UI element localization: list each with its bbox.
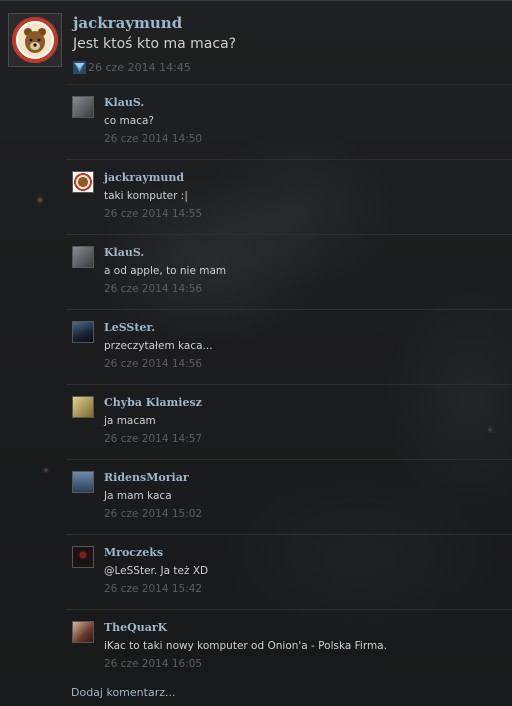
commenter-avatar[interactable] xyxy=(72,246,94,268)
comment: KlauS. co maca? 26 cze 2014 14:50 xyxy=(66,84,512,159)
commenter-avatar[interactable] xyxy=(72,546,94,568)
commenter-avatar[interactable] xyxy=(72,621,94,643)
comment-timestamp: 26 cze 2014 14:50 xyxy=(104,133,203,145)
report-flag-icon[interactable] xyxy=(73,61,86,74)
comment: KlauS. a od apple, to nie mam 26 cze 201… xyxy=(66,234,512,309)
commenter-name[interactable]: Mroczeks xyxy=(104,546,163,559)
comment-text: a od apple, to nie mam xyxy=(104,265,227,277)
commenter-avatar[interactable] xyxy=(72,396,94,418)
post-author-avatar[interactable] xyxy=(8,13,62,67)
comment-text: przeczytałem kaca... xyxy=(104,340,213,352)
post-author-name[interactable]: jackraymund xyxy=(73,14,182,32)
comment-text: Ja mam kaca xyxy=(104,490,172,502)
comment-list: KlauS. co maca? 26 cze 2014 14:50 jackra… xyxy=(66,84,512,684)
comment-text: co maca? xyxy=(104,115,154,127)
comment-timestamp: 26 cze 2014 16:05 xyxy=(104,658,203,670)
comment-timestamp: 26 cze 2014 14:56 xyxy=(104,283,203,295)
comment: Chyba Klamiesz ja macam 26 cze 2014 14:5… xyxy=(66,384,512,459)
commenter-name[interactable]: Chyba Klamiesz xyxy=(104,396,202,409)
commenter-avatar[interactable] xyxy=(72,171,94,193)
bear-badge-icon xyxy=(9,14,61,66)
comment: RidensMoriar Ja mam kaca 26 cze 2014 15:… xyxy=(66,459,512,534)
comment-text: @LeSSter. Ja też XD xyxy=(104,565,209,577)
commenter-name[interactable]: RidensMoriar xyxy=(104,471,189,484)
comment: Mroczeks @LeSSter. Ja też XD 26 cze 2014… xyxy=(66,534,512,609)
add-comment-link[interactable]: Dodaj komentarz... xyxy=(71,686,175,699)
comment-text: iKac to taki nowy komputer od Onion'a - … xyxy=(104,640,387,652)
post-timestamp: 26 cze 2014 14:45 xyxy=(88,61,191,74)
comment: LeSSter. przeczytałem kaca... 26 cze 201… xyxy=(66,309,512,384)
comment-timestamp: 26 cze 2014 15:42 xyxy=(104,583,203,595)
commenter-avatar[interactable] xyxy=(72,96,94,118)
commenter-name[interactable]: TheQuarK xyxy=(104,621,167,634)
comment-timestamp: 26 cze 2014 14:57 xyxy=(104,433,203,445)
commenter-avatar[interactable] xyxy=(72,321,94,343)
commenter-name[interactable]: LeSSter. xyxy=(104,321,155,334)
commenter-avatar[interactable] xyxy=(72,471,94,493)
comment: jackraymund taki komputer :| 26 cze 2014… xyxy=(66,159,512,234)
commenter-name[interactable]: jackraymund xyxy=(104,171,184,184)
comment-timestamp: 26 cze 2014 14:55 xyxy=(104,208,203,220)
commenter-name[interactable]: KlauS. xyxy=(104,246,144,259)
comment: TheQuarK iKac to taki nowy komputer od O… xyxy=(66,609,512,684)
comment-timestamp: 26 cze 2014 15:02 xyxy=(104,508,203,520)
comment-text: taki komputer :| xyxy=(104,190,188,202)
comment-text: ja macam xyxy=(104,415,156,427)
post-text: Jest ktoś kto ma maca? xyxy=(73,36,237,52)
comment-timestamp: 26 cze 2014 14:56 xyxy=(104,358,203,370)
commenter-name[interactable]: KlauS. xyxy=(104,96,144,109)
